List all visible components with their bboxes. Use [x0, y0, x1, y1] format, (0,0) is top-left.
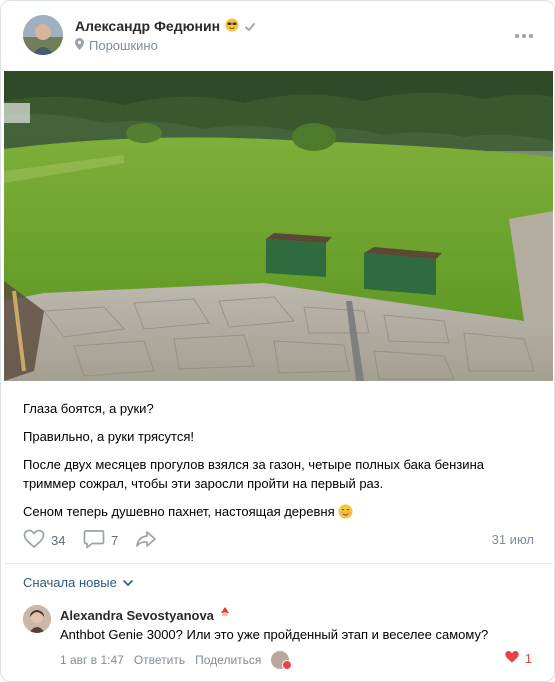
author-name-text[interactable]: Александр Федюнин — [75, 18, 220, 34]
like-button[interactable]: 34 — [23, 529, 65, 552]
sort-label[interactable]: Сначала новые — [23, 575, 117, 590]
heart-filled-icon — [504, 650, 520, 667]
post-text: Глаза боятся, а руки? Правильно, а руки … — [23, 399, 538, 530]
comment-author-name[interactable]: Alexandra Sevostyanova — [60, 608, 214, 623]
author-name[interactable]: Александр Федюнин — [75, 18, 256, 34]
comment-like-button[interactable]: 1 — [504, 650, 532, 667]
more-options-icon[interactable] — [514, 26, 534, 46]
chevron-down-icon — [123, 575, 133, 590]
comment-button[interactable]: 7 — [83, 529, 118, 552]
heart-outline-icon — [23, 529, 45, 552]
sunglasses-emoji-icon — [225, 18, 239, 34]
post-actions: 34 7 31 июл — [23, 529, 538, 551]
post-header: Александр Федюнин Порошкино — [1, 1, 554, 71]
santa-emoji-icon — [220, 607, 230, 623]
location-text[interactable]: Порошкино — [89, 38, 158, 53]
post-paragraph: После двух месяцев прогулов взялся за га… — [23, 457, 484, 491]
comment-count: 7 — [111, 533, 119, 548]
post-paragraph: Правильно, а руки трясутся! — [23, 429, 194, 444]
post-location[interactable]: Порошкино — [75, 38, 158, 53]
like-count: 34 — [51, 533, 66, 548]
post-paragraph: Глаза боятся, а руки? — [23, 401, 154, 416]
author-avatar[interactable] — [23, 15, 63, 55]
post-paragraph-text: Сеном теперь душевно пахнет, настоящая д… — [23, 504, 335, 519]
comment-author[interactable]: Alexandra Sevostyanova — [60, 607, 230, 623]
comment-text: Anthbot Genie 3000? Или это уже пройденн… — [60, 627, 489, 642]
comment-author-avatar[interactable] — [23, 605, 51, 633]
share-arrow-icon — [135, 529, 157, 552]
comments-sort-dropdown[interactable]: Сначала новые — [23, 575, 133, 590]
reply-link[interactable]: Ответить — [134, 653, 185, 667]
comment-meta: 1 авг в 1:47 Ответить Поделиться — [60, 651, 293, 670]
share-link[interactable]: Поделиться — [195, 653, 261, 667]
post-paragraph-last: Сеном теперь душевно пахнет, настоящая д… — [23, 502, 538, 521]
post-date[interactable]: 31 июл — [492, 532, 534, 547]
blushing-smile-icon — [338, 504, 353, 519]
comment-bubble-icon — [83, 529, 105, 552]
post-photo[interactable] — [4, 71, 553, 381]
divider — [4, 563, 553, 564]
post-card: Александр Федюнин Порошкино Глаза боятся… — [0, 0, 555, 682]
comment-like-count: 1 — [524, 651, 532, 666]
location-pin-icon — [75, 38, 84, 53]
share-button[interactable] — [135, 529, 157, 552]
comment-time[interactable]: 1 авг в 1:47 — [60, 653, 124, 667]
verified-check-icon — [244, 20, 256, 32]
liker-avatar[interactable] — [271, 651, 293, 670]
